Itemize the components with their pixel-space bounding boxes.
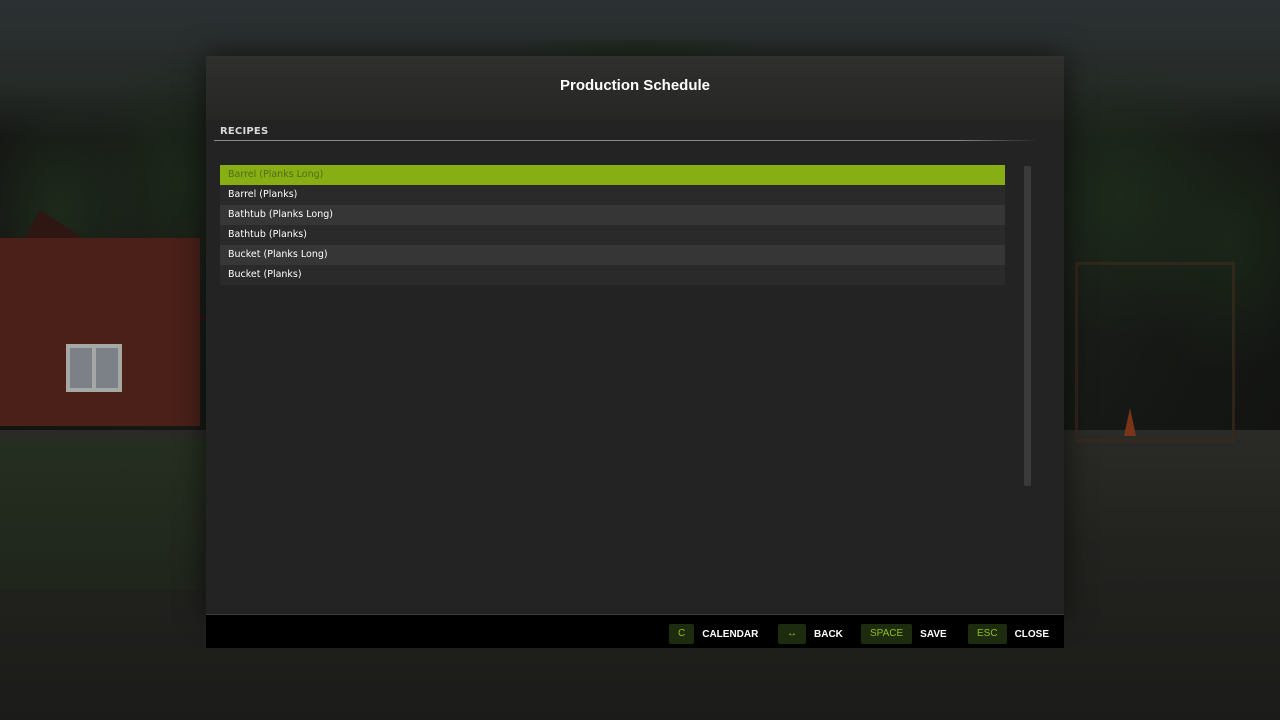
save-hint[interactable]: SPACE SAVE [861, 624, 947, 644]
recipe-list: Barrel (Planks Long) Barrel (Planks) Bat… [220, 165, 1005, 285]
close-hint[interactable]: ESC CLOSE [968, 624, 1049, 644]
section-divider [214, 140, 1038, 141]
left-right-arrow-icon: ↔ [778, 624, 806, 644]
grass-patch [0, 440, 210, 590]
save-label: SAVE [920, 628, 947, 640]
space-key-badge: SPACE [861, 624, 913, 644]
production-schedule-dialog: Production Schedule RECIPES Barrel (Plan… [206, 56, 1064, 614]
house-window [66, 344, 122, 392]
calendar-label: CALENDAR [702, 628, 759, 640]
traffic-cone [1124, 408, 1136, 436]
red-house [0, 238, 200, 426]
back-hint[interactable]: ↔ BACK [778, 624, 843, 644]
dialog-header: Production Schedule [206, 56, 1064, 120]
recipe-item-barrel-planks-long[interactable]: Barrel (Planks Long) [220, 165, 1005, 185]
close-label: CLOSE [1014, 628, 1050, 640]
recipe-item-barrel-planks[interactable]: Barrel (Planks) [220, 185, 1005, 205]
recipe-list-scrollbar[interactable] [1024, 166, 1031, 486]
key-hints-bar: C CALENDAR ↔ BACK SPACE SAVE ESC CLOSE [206, 614, 1064, 648]
recipe-item-bucket-planks[interactable]: Bucket (Planks) [220, 265, 1005, 285]
recipe-item-bathtub-planks[interactable]: Bathtub (Planks) [220, 225, 1005, 245]
dialog-title: Production Schedule [559, 77, 710, 94]
wooden-fence [1075, 262, 1235, 442]
calendar-hint[interactable]: C CALENDAR [669, 624, 758, 644]
back-label: BACK [814, 628, 843, 640]
recipe-item-bucket-planks-long[interactable]: Bucket (Planks Long) [220, 245, 1005, 265]
recipe-item-bathtub-planks-long[interactable]: Bathtub (Planks Long) [220, 205, 1005, 225]
esc-key-badge: ESC [968, 624, 1007, 644]
recipes-section-label: RECIPES [220, 126, 269, 137]
calendar-key-badge: C [669, 624, 695, 644]
